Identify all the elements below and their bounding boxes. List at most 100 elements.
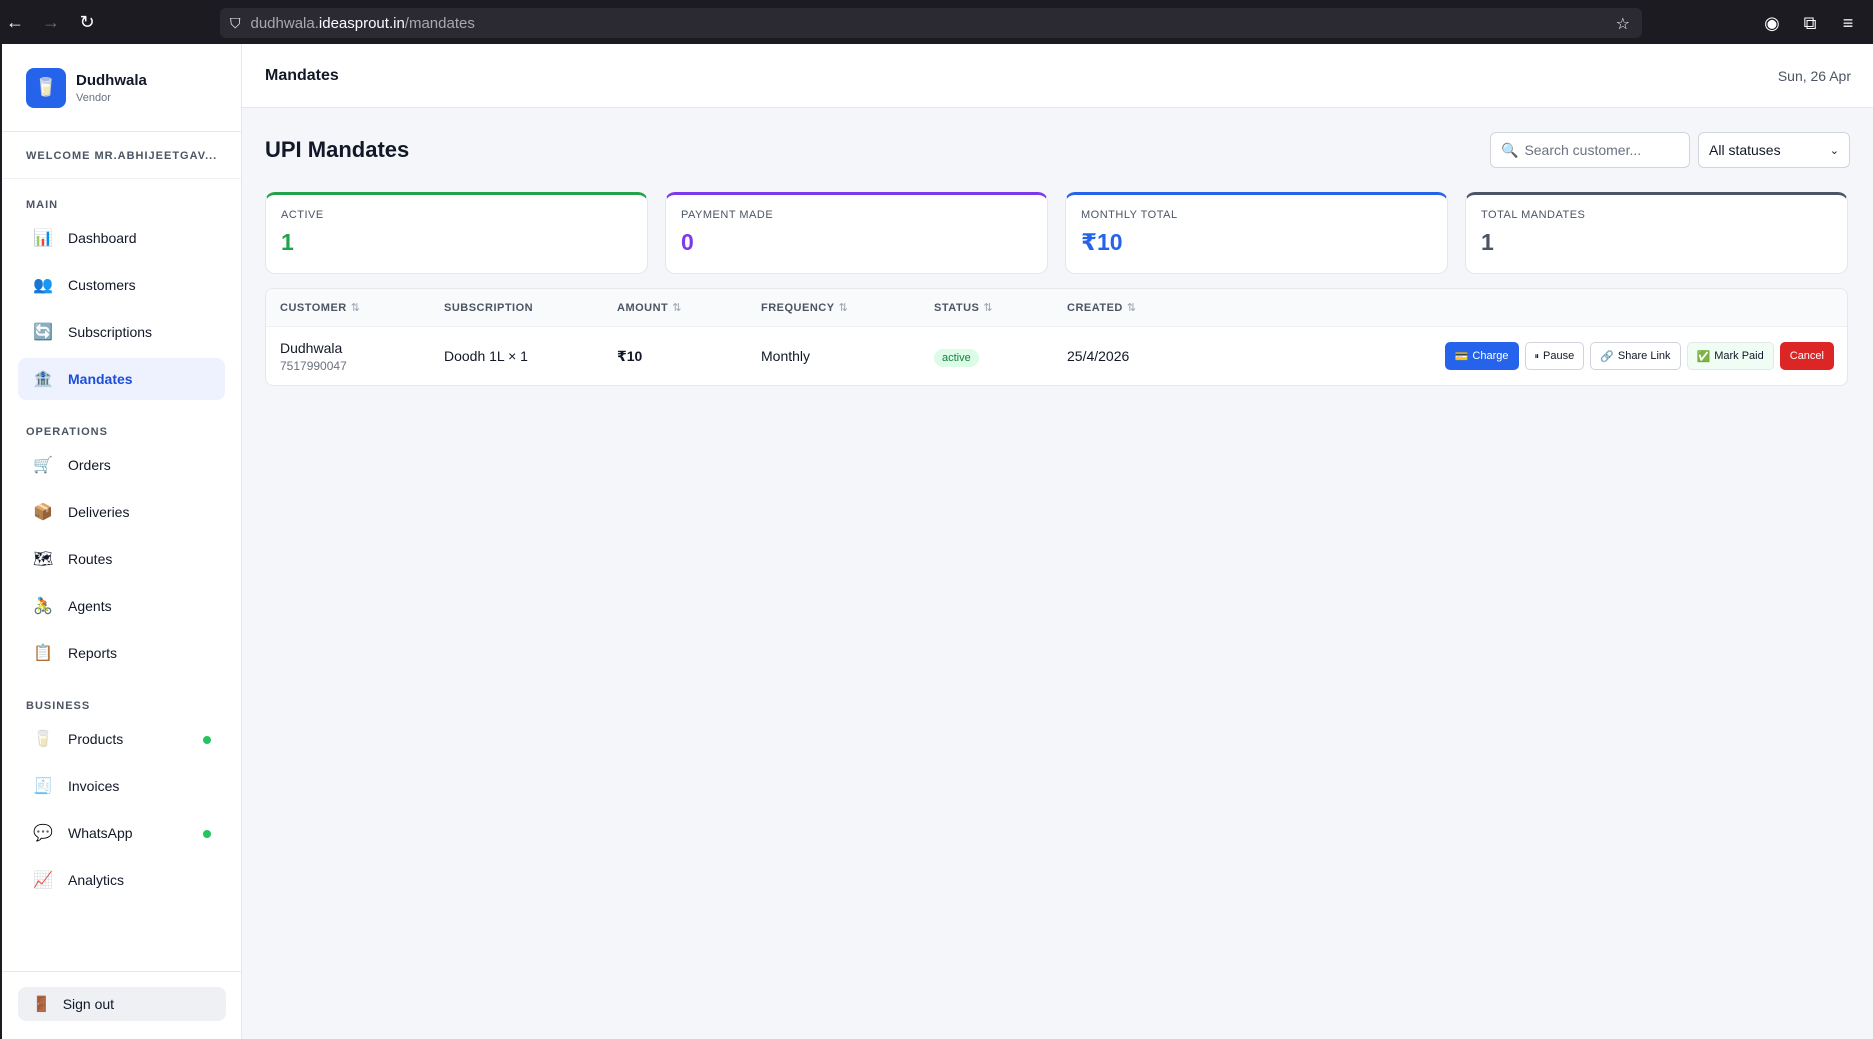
sidebar-item-agents[interactable]: 🚴 Agents: [18, 585, 225, 627]
extensions-icon[interactable]: ⧉: [1795, 8, 1825, 38]
stat-label: ACTIVE: [281, 209, 324, 221]
url-text: dudhwala.ideasprout.in/mandates: [250, 14, 475, 32]
status-cell: active: [934, 348, 979, 367]
stat-value: 1: [1481, 229, 1494, 255]
sidebar-item-products[interactable]: 🥛 Products: [18, 718, 225, 760]
status-filter-value: All statuses: [1709, 142, 1781, 158]
sidebar-item-routes[interactable]: 🗺 Routes: [18, 538, 225, 580]
stat-value: 1: [281, 229, 294, 255]
menu-icon[interactable]: ≡: [1833, 8, 1863, 38]
chart-icon: 📊: [33, 230, 53, 247]
sidebar-item-label: Dashboard: [68, 230, 137, 246]
frequency-cell: Monthly: [761, 348, 811, 364]
sidebar-item-dashboard[interactable]: 📊 Dashboard: [18, 217, 225, 259]
milk-glass-icon: 🥛: [33, 731, 53, 748]
share-link-button[interactable]: 🔗 Share Link: [1590, 342, 1681, 370]
status-dot: [203, 830, 211, 838]
door-icon: 🚪: [32, 996, 51, 1013]
sort-icon: ⇅: [1126, 302, 1137, 314]
cancel-button[interactable]: Cancel: [1779, 342, 1834, 370]
stat-card-active: ACTIVE 1: [265, 192, 648, 274]
account-icon[interactable]: ◉: [1757, 8, 1787, 38]
app-window: 🥛 Dudhwala Vendor WELCOME MR.ABHIJEETGAV…: [0, 44, 1873, 1039]
sidebar-footer: 🚪 Sign out: [2, 971, 242, 1039]
content: UPI Mandates 🔍 All statuses ⌄ ACTIVE 1: [242, 108, 1873, 408]
sidebar-item-invoices[interactable]: 🧾 Invoices: [18, 765, 225, 807]
repeat-icon: 🔄: [33, 324, 53, 341]
share-link-label: Share Link: [1617, 350, 1671, 362]
status-filter-select[interactable]: All statuses ⌄: [1698, 132, 1850, 168]
sidebar-item-subscriptions[interactable]: 🔄 Subscriptions: [18, 311, 225, 353]
filters: 🔍 All statuses ⌄: [1490, 132, 1850, 168]
sidebar: 🥛 Dudhwala Vendor WELCOME MR.ABHIJEETGAV…: [0, 44, 242, 1039]
column-header-status[interactable]: STATUS ⇅: [934, 301, 993, 314]
sidebar-item-label: Analytics: [68, 872, 125, 888]
customer-name: Dudhwala: [280, 339, 343, 356]
trend-chart-icon: 📈: [33, 872, 53, 889]
welcome-text: WELCOME MR.ABHIJEETGAV...: [2, 132, 241, 179]
sidebar-item-label: Routes: [68, 551, 113, 567]
table-row: Dudhwala 7517990047 Doodh 1L × 1 ₹10 Mon…: [266, 327, 1847, 385]
page-header: UPI Mandates 🔍 All statuses ⌄: [265, 130, 1850, 170]
sidebar-item-deliveries[interactable]: 📦 Deliveries: [18, 491, 225, 533]
sort-icon: ⇅: [838, 302, 849, 314]
topbar: Mandates Sun, 26 Apr: [242, 44, 1873, 108]
sidebar-item-reports[interactable]: 📋 Reports: [18, 632, 225, 674]
chat-bubble-icon: 💬: [33, 825, 53, 842]
subscription-cell: Doodh 1L × 1: [444, 348, 528, 364]
stat-card-total-mandates: TOTAL MANDATES 1: [1465, 192, 1848, 274]
bookmark-star-icon[interactable]: ☆: [1616, 14, 1630, 34]
brand: 🥛 Dudhwala Vendor: [2, 44, 241, 132]
link-icon: 🔗: [1600, 350, 1614, 363]
sidebar-item-label: Reports: [68, 645, 118, 661]
check-mark-icon: ✅: [1696, 350, 1711, 363]
customer-phone: 7517990047: [280, 358, 347, 373]
mark-paid-button[interactable]: ✅ Mark Paid: [1686, 342, 1774, 370]
sidebar-item-customers[interactable]: 👥 Customers: [18, 264, 225, 306]
table-header: CUSTOMER ⇅ SUBSCRIPTION AMOUNT ⇅ FREQUENCY…: [266, 289, 1847, 327]
users-icon: 👥: [33, 277, 53, 294]
package-icon: 📦: [33, 504, 53, 521]
mandates-table: CUSTOMER ⇅ SUBSCRIPTION AMOUNT ⇅ FREQUENCY…: [265, 288, 1848, 386]
sidebar-item-mandates[interactable]: 🏦 Mandates: [18, 358, 225, 400]
address-bar[interactable]: ⛉ dudhwala.ideasprout.in/mandates ☆: [220, 8, 1642, 38]
created-cell: 25/4/2026: [1067, 348, 1130, 364]
stats-row: ACTIVE 1 PAYMENT MADE 0 MONTHLY TOTAL ₹1…: [265, 192, 1850, 274]
sidebar-item-analytics[interactable]: 📈 Analytics: [18, 859, 225, 901]
brand-name: Dudhwala: [76, 71, 147, 89]
browser-toolbar: ← → ↻ ⛉ dudhwala.ideasprout.in/mandates …: [0, 0, 1873, 44]
main-content: Mandates Sun, 26 Apr UPI Mandates 🔍 All …: [242, 44, 1873, 1039]
column-header-frequency[interactable]: FREQUENCY ⇅: [761, 301, 848, 314]
search-box: 🔍: [1490, 132, 1690, 168]
row-actions: 💳 Charge ⏸ Pause 🔗 Share Link ✅ Mark Pai…: [1444, 342, 1834, 370]
sign-out-label: Sign out: [62, 996, 115, 1012]
status-dot: [203, 736, 211, 744]
stat-value: 0: [681, 229, 694, 255]
sort-icon: ⇅: [350, 302, 361, 314]
sidebar-item-whatsapp[interactable]: 💬 WhatsApp: [18, 812, 225, 854]
sidebar-item-label: Products: [68, 731, 124, 747]
sidebar-item-label: Deliveries: [68, 504, 130, 520]
cyclist-icon: 🚴: [33, 598, 53, 615]
stat-label: PAYMENT MADE: [681, 209, 774, 221]
column-header-created[interactable]: CREATED ⇅: [1067, 301, 1137, 314]
brand-role: Vendor: [76, 91, 111, 104]
reload-icon[interactable]: ↻: [72, 7, 102, 37]
forward-icon[interactable]: →: [36, 7, 66, 37]
status-badge: active: [934, 349, 979, 367]
pause-button[interactable]: ⏸ Pause: [1524, 342, 1585, 370]
column-header-amount[interactable]: AMOUNT ⇅: [617, 301, 682, 314]
back-icon[interactable]: ←: [0, 7, 30, 37]
bank-icon: 🏦: [33, 371, 53, 388]
column-header-customer[interactable]: CUSTOMER ⇅: [280, 301, 360, 314]
shield-icon: ⛉: [230, 14, 241, 31]
cancel-label: Cancel: [1789, 350, 1824, 362]
search-input[interactable]: [1524, 142, 1675, 158]
sign-out-button[interactable]: 🚪 Sign out: [18, 987, 226, 1021]
sidebar-item-orders[interactable]: 🛒 Orders: [18, 444, 225, 486]
pause-icon: ⏸: [1534, 350, 1540, 361]
section-label-main: MAIN: [26, 199, 59, 211]
charge-button[interactable]: 💳 Charge: [1444, 342, 1519, 370]
mark-paid-label: Mark Paid: [1714, 350, 1764, 362]
column-header-subscription: SUBSCRIPTION: [444, 301, 534, 314]
